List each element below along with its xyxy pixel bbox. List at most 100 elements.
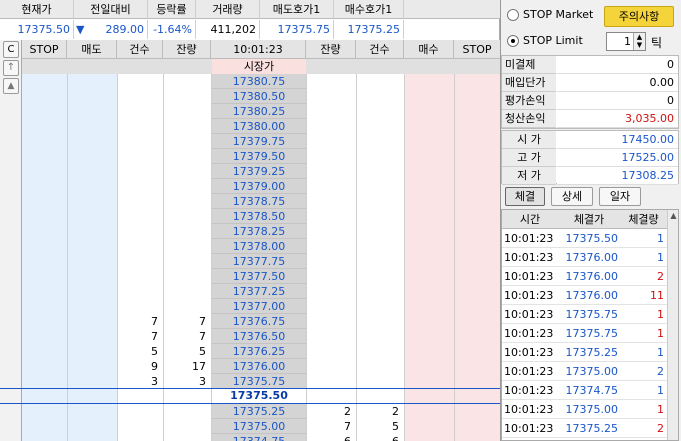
price-value: 17525.00 — [557, 149, 678, 167]
header-count-right: 건수 — [356, 40, 404, 59]
ask-price[interactable]: 17380.75 — [212, 74, 306, 89]
change-amount: 289.00 — [105, 23, 145, 36]
ask-price[interactable]: 17378.75 — [212, 194, 306, 209]
ask-row: 17379.25 — [0, 164, 500, 179]
trade-time: 10:01:23 — [504, 365, 554, 378]
ask-remain — [163, 164, 211, 179]
scroll-up-arrow-icon[interactable]: ▲ — [669, 211, 678, 223]
ask-remain: 3 — [199, 375, 206, 388]
bid-price[interactable]: 17374.75 — [212, 434, 306, 441]
current-price-cell[interactable]: 17375.50 — [212, 389, 306, 403]
ask-count: 3 — [151, 375, 158, 388]
trade-row[interactable]: 10:01:23 17376.00 2 — [502, 267, 667, 286]
trade-row[interactable]: 10:01:23 17376.00 11 — [502, 286, 667, 305]
ask-price[interactable]: 17379.50 — [212, 149, 306, 164]
ask-price[interactable]: 17377.00 — [212, 299, 306, 314]
trade-row[interactable]: 10:01:23 17375.25 1 — [502, 343, 667, 362]
ask-price[interactable]: 17376.00 — [212, 359, 306, 374]
header-remain-left: 잔량 — [163, 40, 211, 59]
trade-price: 17375.25 — [565, 422, 619, 435]
ask-row: 7 7 17376.50 — [0, 329, 500, 344]
ask-remain — [163, 134, 211, 149]
ask-row: 17377.25 — [0, 284, 500, 299]
ask-price[interactable]: 17376.25 — [212, 344, 306, 359]
trade-price: 17375.25 — [565, 346, 619, 359]
header-sell: 매도 — [67, 40, 117, 59]
ask-remain — [163, 89, 211, 104]
ask-price[interactable]: 17376.50 — [212, 329, 306, 344]
notice-button[interactable]: 주의사항 — [604, 6, 674, 27]
tick-input[interactable]: 1 ▲ ▼ — [606, 32, 646, 51]
ask-count — [117, 134, 163, 149]
center-button[interactable]: C — [3, 41, 19, 58]
quote-bar: 현재가 전일대비 등락률 거래량 매도호가1 매수호가1 17375.50 ▼ … — [0, 0, 500, 40]
quote-header-ask1: 매도호가1 — [260, 0, 334, 19]
trade-price: 17375.00 — [565, 403, 619, 416]
ask-remain — [163, 119, 211, 134]
trade-row[interactable]: 10:01:23 17375.00 1 — [502, 400, 667, 419]
ask-price[interactable]: 17380.50 — [212, 89, 306, 104]
stat-label: 평가손익 — [502, 92, 556, 110]
ask-price[interactable]: 17380.00 — [212, 119, 306, 134]
ask-count — [117, 149, 163, 164]
ask-price[interactable]: 17379.25 — [212, 164, 306, 179]
quote-header-bid1: 매수호가1 — [334, 0, 404, 19]
ask-row: 17377.00 — [0, 299, 500, 314]
trade-row[interactable]: 10:01:23 17376.00 1 — [502, 248, 667, 267]
stop-limit-label: STOP Limit — [523, 34, 583, 47]
trade-row[interactable]: 10:01:23 17375.50 1 — [502, 229, 667, 248]
tick-spinner[interactable]: ▲ ▼ — [633, 33, 645, 50]
trade-price: 17375.00 — [565, 365, 619, 378]
header-stop-right: STOP — [454, 40, 500, 59]
volume: 411,202 — [196, 20, 260, 39]
bid-price[interactable]: 17375.25 — [212, 404, 306, 419]
trade-row[interactable]: 10:01:23 17375.75 1 — [502, 305, 667, 324]
ask-row: 17379.00 — [0, 179, 500, 194]
stop-market-radio[interactable] — [507, 9, 519, 21]
trade-row[interactable]: 10:01:23 17375.25 2 — [502, 419, 667, 438]
ask-remain — [163, 299, 211, 314]
bid-count: 6 — [356, 434, 404, 441]
ask-price[interactable]: 17379.00 — [212, 179, 306, 194]
ask-price[interactable]: 17380.25 — [212, 104, 306, 119]
trade-row[interactable]: 10:01:23 17374.75 1 — [502, 381, 667, 400]
ask-price[interactable]: 17377.25 — [212, 284, 306, 299]
ask-price[interactable]: 17378.00 — [212, 239, 306, 254]
ask-remain — [163, 149, 211, 164]
bid-price[interactable]: 17375.00 — [212, 419, 306, 434]
tab-trades[interactable]: 체결 — [505, 187, 545, 206]
change-rate: -1.64% — [148, 20, 196, 39]
stat-value: 0 — [557, 56, 678, 74]
ask-price[interactable]: 17375.75 — [212, 374, 306, 389]
trade-qty: 1 — [657, 308, 664, 321]
market-row: 시장가 — [0, 59, 500, 74]
tab-detail[interactable]: 상세 — [551, 187, 593, 206]
trade-time: 10:01:23 — [504, 403, 554, 416]
market-price-label[interactable]: 시장가 — [212, 59, 306, 74]
trade-row[interactable]: 10:01:23 17375.00 2 — [502, 362, 667, 381]
ask-count — [117, 194, 163, 209]
ask-price[interactable]: 17377.50 — [212, 269, 306, 284]
ask-row: 17379.75 — [0, 134, 500, 149]
ask-count: 5 — [151, 345, 158, 358]
trade-scrollbar[interactable]: ▲ — [667, 210, 678, 440]
ask-count — [117, 224, 163, 239]
ask-count — [117, 284, 163, 299]
ask-price[interactable]: 17378.25 — [212, 224, 306, 239]
ask-price[interactable]: 17376.75 — [212, 314, 306, 329]
stop-limit-radio[interactable] — [507, 35, 519, 47]
ask-remain — [163, 224, 211, 239]
trade-qty: 1 — [657, 251, 664, 264]
trade-time: 10:01:23 — [504, 422, 554, 435]
trade-row[interactable]: 10:01:23 17375.75 1 — [502, 324, 667, 343]
trade-qty: 2 — [657, 365, 664, 378]
ask-row: 17378.75 — [0, 194, 500, 209]
ask-price[interactable]: 17377.75 — [212, 254, 306, 269]
ask-price[interactable]: 17379.75 — [212, 134, 306, 149]
ask-count — [117, 239, 163, 254]
ask-price[interactable]: 17378.50 — [212, 209, 306, 224]
bid-count: 5 — [392, 420, 399, 433]
tab-daily[interactable]: 일자 — [599, 187, 641, 206]
header-remain-right: 잔량 — [306, 40, 356, 59]
ask-count: 7 — [151, 330, 158, 343]
